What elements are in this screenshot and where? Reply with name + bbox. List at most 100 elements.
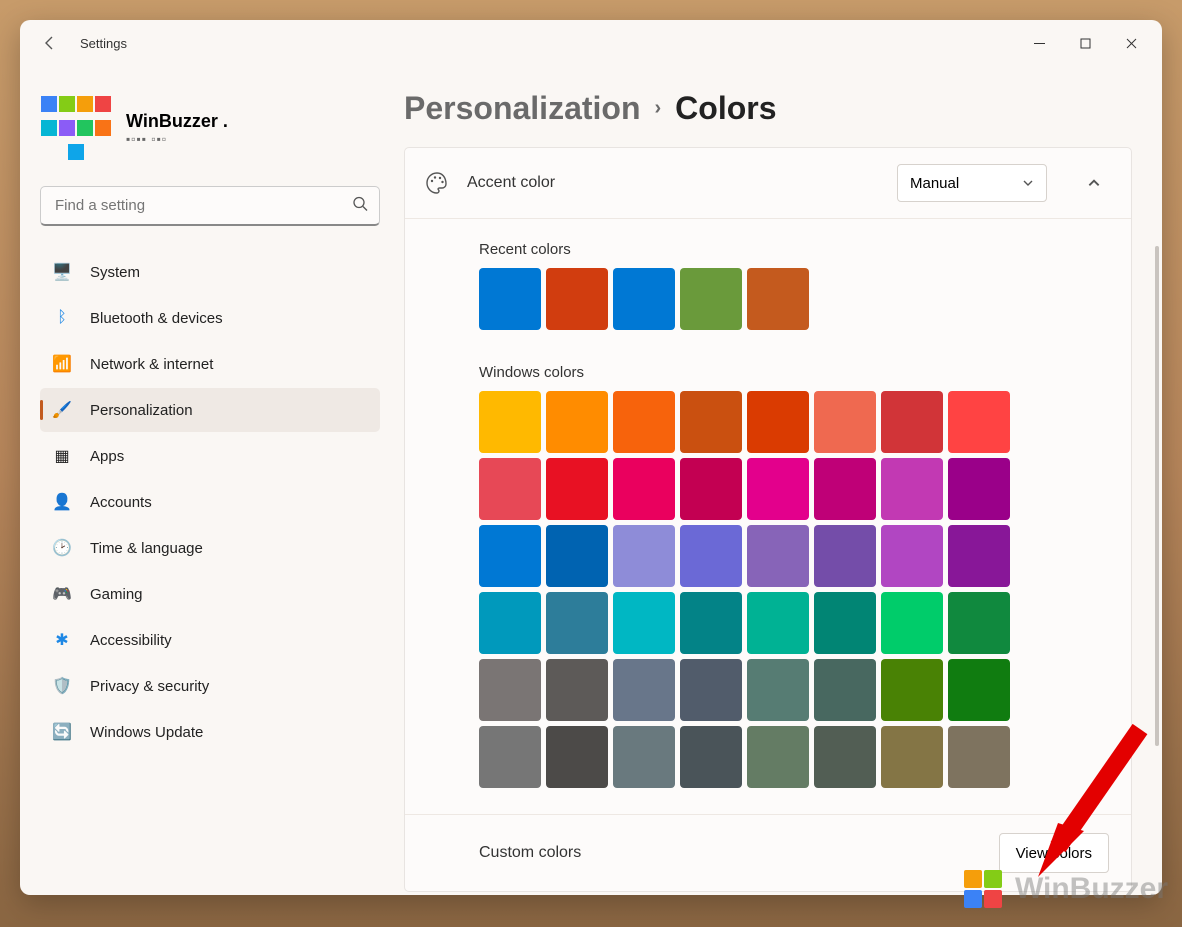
sidebar-item-label: System: [90, 264, 140, 281]
color-swatch[interactable]: [546, 726, 608, 788]
color-swatch[interactable]: [479, 391, 541, 453]
avatar: [40, 92, 112, 164]
color-swatch[interactable]: [680, 659, 742, 721]
sidebar-item-label: Time & language: [90, 540, 203, 557]
color-swatch[interactable]: [814, 726, 876, 788]
color-swatch[interactable]: [747, 592, 809, 654]
paintbrush-icon: 🖌️: [52, 400, 72, 420]
color-swatch[interactable]: [948, 458, 1010, 520]
gamepad-icon: 🎮: [52, 584, 72, 604]
main-content: Personalization › Colors Accent color Ma…: [400, 66, 1162, 895]
color-swatch[interactable]: [613, 659, 675, 721]
color-swatch[interactable]: [680, 458, 742, 520]
profile-subtitle: ▪▫▪▪ ▫▪▫: [126, 132, 228, 146]
color-swatch[interactable]: [948, 592, 1010, 654]
color-swatch[interactable]: [613, 268, 675, 330]
collapse-button[interactable]: [1077, 166, 1111, 200]
sidebar: WinBuzzer . ▪▫▪▪ ▫▪▫ 🖥️ System ᛒ Bluetoo…: [20, 66, 400, 895]
sidebar-item-personalization[interactable]: 🖌️ Personalization: [40, 388, 380, 432]
color-swatch[interactable]: [479, 268, 541, 330]
sidebar-item-gaming[interactable]: 🎮 Gaming: [40, 572, 380, 616]
color-swatch[interactable]: [546, 659, 608, 721]
color-swatch[interactable]: [479, 592, 541, 654]
breadcrumb-parent[interactable]: Personalization: [404, 90, 641, 127]
breadcrumb: Personalization › Colors: [404, 90, 1132, 127]
profile-block[interactable]: WinBuzzer . ▪▫▪▪ ▫▪▫: [40, 78, 380, 186]
search-box[interactable]: [40, 186, 380, 226]
close-button[interactable]: [1108, 26, 1154, 60]
color-swatch[interactable]: [814, 391, 876, 453]
sidebar-item-label: Privacy & security: [90, 678, 209, 695]
maximize-icon: [1080, 38, 1091, 49]
accent-mode-dropdown[interactable]: Manual: [897, 164, 1047, 202]
scrollbar[interactable]: [1155, 246, 1159, 746]
color-swatch[interactable]: [814, 458, 876, 520]
color-swatch[interactable]: [613, 525, 675, 587]
watermark-text: WinBuzzer: [1015, 872, 1168, 906]
color-swatch[interactable]: [948, 525, 1010, 587]
color-swatch[interactable]: [881, 458, 943, 520]
color-swatch[interactable]: [613, 592, 675, 654]
color-swatch[interactable]: [948, 391, 1010, 453]
color-swatch[interactable]: [479, 659, 541, 721]
sidebar-item-apps[interactable]: ▦ Apps: [40, 434, 380, 478]
color-swatch[interactable]: [546, 525, 608, 587]
color-swatch[interactable]: [479, 726, 541, 788]
profile-name: WinBuzzer .: [126, 111, 228, 132]
chevron-up-icon: [1087, 176, 1101, 190]
color-swatch[interactable]: [479, 525, 541, 587]
sidebar-item-system[interactable]: 🖥️ System: [40, 250, 380, 294]
sidebar-item-time[interactable]: 🕑 Time & language: [40, 526, 380, 570]
sidebar-item-update[interactable]: 🔄 Windows Update: [40, 710, 380, 754]
windows-colors-grid: [479, 391, 1019, 788]
color-swatch[interactable]: [747, 391, 809, 453]
color-swatch[interactable]: [747, 525, 809, 587]
sidebar-item-bluetooth[interactable]: ᛒ Bluetooth & devices: [40, 296, 380, 340]
color-swatch[interactable]: [948, 659, 1010, 721]
color-swatch[interactable]: [881, 592, 943, 654]
sidebar-item-network[interactable]: 📶 Network & internet: [40, 342, 380, 386]
wifi-icon: 📶: [52, 354, 72, 374]
chevron-down-icon: [1022, 177, 1034, 189]
window-title: Settings: [80, 36, 127, 51]
color-swatch[interactable]: [747, 268, 809, 330]
color-swatch[interactable]: [680, 268, 742, 330]
sidebar-item-accessibility[interactable]: ✱ Accessibility: [40, 618, 380, 662]
search-icon: [352, 196, 368, 217]
apps-icon: ▦: [52, 446, 72, 466]
color-swatch[interactable]: [680, 525, 742, 587]
color-swatch[interactable]: [613, 458, 675, 520]
minimize-button[interactable]: [1016, 26, 1062, 60]
color-swatch[interactable]: [814, 525, 876, 587]
color-swatch[interactable]: [680, 391, 742, 453]
back-button[interactable]: [32, 25, 68, 61]
color-swatch[interactable]: [479, 458, 541, 520]
view-colors-button-label: View colors: [1016, 845, 1092, 862]
color-swatch[interactable]: [881, 726, 943, 788]
sidebar-item-accounts[interactable]: 👤 Accounts: [40, 480, 380, 524]
color-swatch[interactable]: [546, 458, 608, 520]
color-swatch[interactable]: [814, 592, 876, 654]
person-icon: 👤: [52, 492, 72, 512]
watermark: WinBuzzer: [963, 869, 1168, 909]
maximize-button[interactable]: [1062, 26, 1108, 60]
search-input[interactable]: [40, 186, 380, 226]
color-swatch[interactable]: [546, 268, 608, 330]
color-swatch[interactable]: [881, 659, 943, 721]
color-swatch[interactable]: [881, 525, 943, 587]
color-swatch[interactable]: [814, 659, 876, 721]
settings-window: Settings: [20, 20, 1162, 895]
color-swatch[interactable]: [747, 659, 809, 721]
color-swatch[interactable]: [680, 726, 742, 788]
color-swatch[interactable]: [747, 458, 809, 520]
view-colors-button[interactable]: View colors: [999, 833, 1109, 873]
sidebar-item-privacy[interactable]: 🛡️ Privacy & security: [40, 664, 380, 708]
color-swatch[interactable]: [680, 592, 742, 654]
color-swatch[interactable]: [948, 726, 1010, 788]
color-swatch[interactable]: [747, 726, 809, 788]
color-swatch[interactable]: [881, 391, 943, 453]
color-swatch[interactable]: [546, 391, 608, 453]
color-swatch[interactable]: [613, 726, 675, 788]
color-swatch[interactable]: [613, 391, 675, 453]
color-swatch[interactable]: [546, 592, 608, 654]
